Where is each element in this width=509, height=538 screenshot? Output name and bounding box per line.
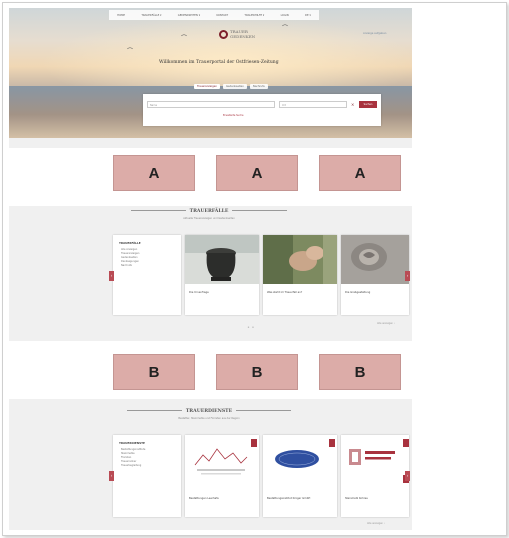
logo-line-2: GEDENKEN bbox=[230, 33, 256, 39]
nav-item-kontakt[interactable]: KONTAKT bbox=[216, 14, 228, 17]
filter-item[interactable]: Danksagungen bbox=[121, 260, 181, 263]
filter-item[interactable]: Alle Anzeigen bbox=[121, 248, 181, 251]
filter-box-trauerdienste: TRAUERDIENSTE Bestattungsinstitute Stein… bbox=[113, 435, 181, 517]
tab-nachrufe[interactable]: Nachrufe bbox=[249, 84, 268, 89]
tab-gedenkseiten[interactable]: Gedenkseiten bbox=[222, 84, 247, 89]
service-card[interactable]: Bestattungsinstitut Krüger GmbH bbox=[263, 435, 337, 517]
logo-text: TRAUER GEDENKEN bbox=[230, 30, 256, 39]
browser-frame: ⌒ ⌒ ⌒ HOME TRAUERFÄLLE ▾ GEDENKSEITEN ▾ … bbox=[2, 2, 507, 536]
ad-slot-a1[interactable]: A bbox=[113, 155, 195, 191]
filter-item[interactable]: Nachrufe bbox=[121, 264, 181, 267]
section-title-trauerdienste: TRAUERDIENSTE bbox=[99, 409, 319, 414]
filter-item[interactable]: Steinmetze bbox=[121, 452, 181, 455]
filter-item[interactable]: Bestattungsinstitute bbox=[121, 448, 181, 451]
service-card[interactable]: Steinmetz Kohres bbox=[341, 435, 409, 517]
carousel-next-arrow[interactable]: › bbox=[405, 471, 410, 481]
service-caption[interactable]: Steinmetz Kohres bbox=[345, 497, 368, 500]
search-button[interactable]: Suchen bbox=[359, 101, 377, 108]
nav-item-login[interactable]: LOGIN bbox=[281, 14, 289, 17]
place-search-input[interactable]: Ort bbox=[279, 101, 347, 108]
ad-slot-a3[interactable]: A bbox=[319, 155, 401, 191]
logo-ring-icon bbox=[219, 30, 228, 39]
nav-item-gedenkseiten[interactable]: GEDENKSEITEN ▾ bbox=[178, 14, 200, 17]
article-caption[interactable]: Was steht im Trauerfall an? bbox=[267, 291, 302, 294]
site-logo[interactable]: TRAUER GEDENKEN bbox=[219, 30, 255, 39]
hands-photo bbox=[263, 235, 337, 284]
carousel-prev-arrow[interactable]: ‹ bbox=[109, 271, 114, 281]
ad-band-top: A A A bbox=[9, 148, 412, 206]
ad-slot-b3[interactable]: B bbox=[319, 354, 401, 390]
ad-slot-a2[interactable]: A bbox=[216, 155, 298, 191]
search-box: Name Ort × Suchen Erweiterte Suche bbox=[143, 94, 381, 126]
article-card[interactable]: Die Grabgestaltung bbox=[341, 235, 409, 315]
ad-slot-b1[interactable]: B bbox=[113, 354, 195, 390]
section-subtitle-trauerfaelle: Aktuelle Traueranzeigen und Gedenkseiten bbox=[183, 217, 235, 220]
filter-item[interactable]: Gedenkseiten bbox=[121, 256, 181, 259]
urn-photo bbox=[185, 235, 259, 284]
page: ⌒ ⌒ ⌒ HOME TRAUERFÄLLE ▾ GEDENKSEITEN ▾ … bbox=[9, 8, 412, 530]
more-link-trauerfaelle[interactable]: Alle anzeigen › bbox=[377, 322, 395, 325]
carousel-dots[interactable]: • • bbox=[247, 325, 255, 331]
filter-item[interactable]: Trauerbegleitung bbox=[121, 464, 181, 467]
grave-photo bbox=[341, 235, 409, 284]
ad-slot-b2[interactable]: B bbox=[216, 354, 298, 390]
search-tabs: Traueranzeigen Gedenkseiten Nachrufe bbox=[194, 84, 268, 89]
bird-icon: ⌒ bbox=[127, 48, 134, 55]
carousel-next-arrow[interactable]: › bbox=[405, 271, 410, 281]
nav-item-language[interactable]: DE ▾ bbox=[305, 14, 311, 17]
bird-icon: ⌒ bbox=[282, 25, 289, 32]
article-caption[interactable]: Die Urnenfrage bbox=[189, 291, 209, 294]
top-navigation: HOME TRAUERFÄLLE ▾ GEDENKSEITEN ▾ KONTAK… bbox=[109, 10, 319, 20]
service-caption[interactable]: Bestattungen Leerhafe bbox=[189, 497, 219, 500]
service-caption[interactable]: Bestattungsinstitut Krüger GmbH bbox=[267, 497, 310, 500]
section-title-trauerfaelle: TRAUERFÄLLE bbox=[99, 209, 319, 214]
nav-item-trauerfaelle[interactable]: TRAUERFÄLLE ▾ bbox=[141, 14, 161, 17]
filter-item[interactable]: Floristen bbox=[121, 456, 181, 459]
company-logo-image bbox=[263, 435, 337, 490]
filter-title: TRAUERDIENSTE bbox=[119, 441, 145, 445]
article-card[interactable]: Die Urnenfrage bbox=[185, 235, 259, 315]
company-logo-image bbox=[185, 435, 259, 490]
company-logo-image bbox=[341, 435, 409, 490]
service-card[interactable]: Bestattungen Leerhafe bbox=[185, 435, 259, 517]
filter-box-trauerfaelle: TRAUERFÄLLE Alle Anzeigen Traueranzeigen… bbox=[113, 235, 181, 315]
nav-item-trauerhilfe[interactable]: TRAUERHILFE ▾ bbox=[244, 14, 264, 17]
bird-icon: ⌒ bbox=[181, 35, 188, 42]
hero-banner: ⌒ ⌒ ⌒ HOME TRAUERFÄLLE ▾ GEDENKSEITEN ▾ … bbox=[9, 8, 412, 138]
ad-band-bottom: B B B bbox=[9, 341, 412, 399]
clear-icon[interactable]: × bbox=[351, 101, 354, 108]
more-link-trauerdienste[interactable]: Alle anzeigen › bbox=[367, 522, 385, 525]
header-right-link[interactable]: Anzeige aufgeben bbox=[363, 32, 386, 35]
filter-item[interactable]: Traueranzeigen bbox=[121, 252, 181, 255]
article-caption[interactable]: Die Grabgestaltung bbox=[345, 291, 370, 294]
tab-traueranzeigen[interactable]: Traueranzeigen bbox=[194, 84, 220, 89]
nav-item-home[interactable]: HOME bbox=[117, 14, 125, 17]
section-subtitle-trauerdienste: Bestatter, Steinmetze und Floristen aus … bbox=[178, 417, 240, 420]
advanced-search-link[interactable]: Erweiterte Suche bbox=[223, 114, 243, 117]
welcome-heading: Willkommen im Trauerportal der Ostfriese… bbox=[159, 60, 279, 65]
article-card[interactable]: Was steht im Trauerfall an? bbox=[263, 235, 337, 315]
carousel-prev-arrow[interactable]: ‹ bbox=[109, 471, 114, 481]
filter-item[interactable]: Trauerredner bbox=[121, 460, 181, 463]
name-search-input[interactable]: Name bbox=[147, 101, 275, 108]
filter-title: TRAUERFÄLLE bbox=[119, 241, 141, 245]
